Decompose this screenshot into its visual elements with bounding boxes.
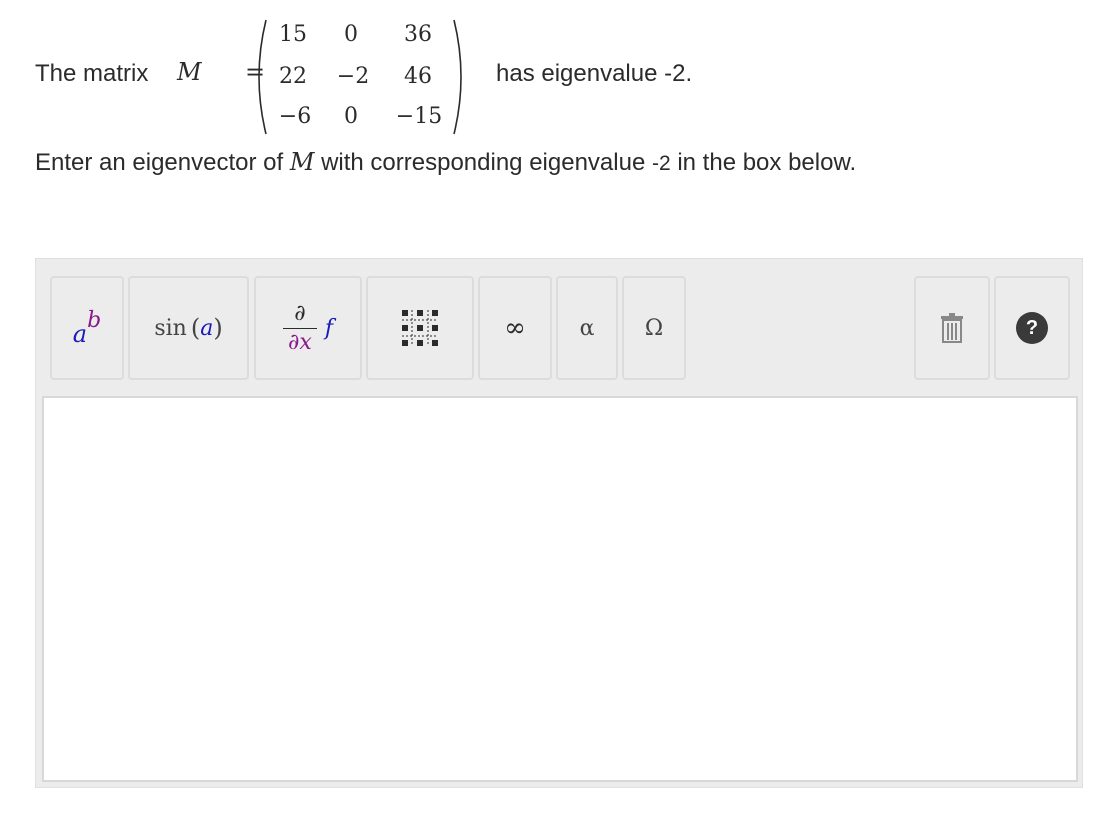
fraction-bar (282, 327, 317, 329)
matrix-cell: 0 (344, 22, 358, 47)
instruction-mid: with corresponding eigenvalue (321, 149, 646, 176)
open-paren: ( (190, 314, 201, 342)
alpha-icon: α (579, 315, 595, 341)
partial-numerator: ∂ (294, 300, 306, 326)
eigenvalue-statement: has eigenvalue -2. (496, 60, 693, 87)
matrix-cell: −15 (395, 104, 443, 129)
right-paren (453, 19, 462, 135)
infinity-icon: ∞ (504, 313, 526, 343)
help-icon: ? (1016, 312, 1048, 344)
matrix-cell: 0 (344, 104, 358, 129)
symbols-button[interactable]: Ω (622, 276, 686, 380)
trig-function: sin (154, 315, 187, 341)
delete-button[interactable] (914, 276, 990, 380)
math-editor: a b sin ( a ) ∂ ∂x f ∞ α Ω ? (35, 258, 1083, 788)
trig-argument: a (200, 315, 214, 341)
matrix-cell: −2 (336, 64, 370, 89)
matrix-cell: −6 (278, 104, 312, 129)
matrix: 15 0 36 22 −2 46 −6 0 −15 (250, 18, 472, 136)
greek-button[interactable]: α (556, 276, 618, 380)
derivative-button[interactable]: ∂ ∂x f (254, 276, 362, 380)
power-base: a (72, 320, 88, 348)
matrix-icon (402, 310, 438, 346)
matrix-cell: 15 (279, 22, 307, 47)
derivative-function: f (324, 315, 334, 341)
trig-button[interactable]: sin ( a ) (128, 276, 249, 380)
matrix-variable: M (177, 58, 202, 86)
instruction-pre: Enter an eigenvector of (35, 149, 284, 176)
answer-input[interactable] (42, 396, 1078, 782)
matrix-cell: 22 (279, 64, 307, 89)
instruction-matrix-variable: M (289, 148, 315, 176)
matrix-cell: 46 (404, 64, 432, 89)
instruction-text: Enter an eigenvector of M with correspon… (35, 148, 856, 177)
trash-icon (941, 313, 963, 343)
help-button[interactable]: ? (994, 276, 1070, 380)
close-paren: ) (213, 314, 223, 342)
power-button[interactable]: a b (50, 276, 124, 380)
matrix-cell: 36 (404, 22, 432, 47)
derivative-fraction: ∂ ∂x (282, 300, 317, 355)
instruction-post: in the box below. (677, 149, 857, 176)
infinity-button[interactable]: ∞ (478, 276, 552, 380)
omega-icon: Ω (644, 315, 664, 341)
partial-denominator: ∂x (288, 329, 312, 355)
question-intro: The matrix (35, 60, 149, 87)
question-line: The matrix M = has eigenvalue -2. (35, 58, 1035, 98)
instruction-eigenvalue: -2 (651, 152, 671, 175)
matrix-button[interactable] (366, 276, 474, 380)
help-glyph: ? (1025, 316, 1039, 339)
power-exponent: b (87, 307, 102, 333)
